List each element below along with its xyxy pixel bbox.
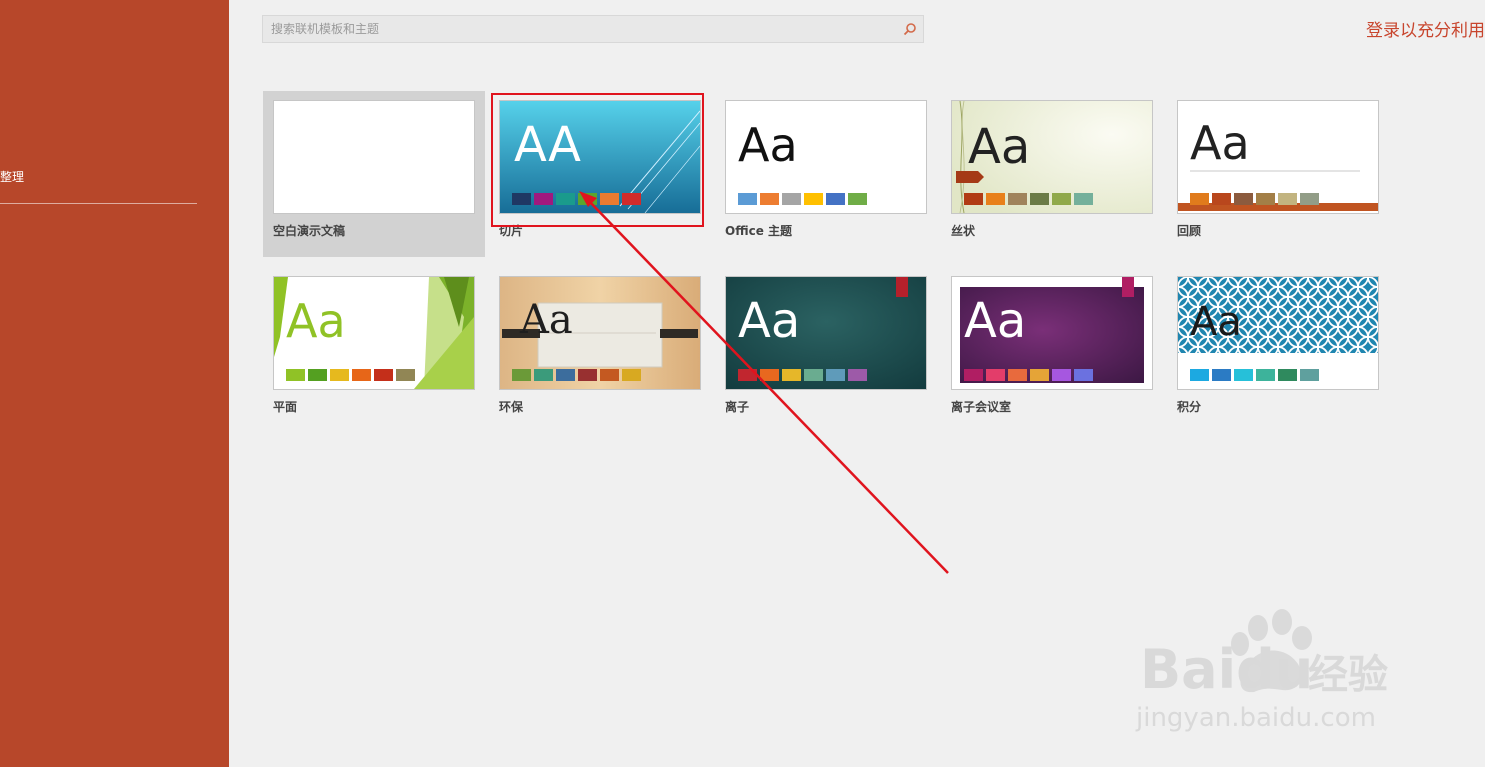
color-swatch [534, 369, 553, 381]
template-office-theme[interactable]: Aa Office 主题 [715, 91, 937, 257]
template-facet[interactable]: Aa 平面 [263, 267, 485, 433]
color-swatch [1030, 369, 1049, 381]
color-swatch [1256, 193, 1275, 205]
template-thumbnail: Aa [1177, 100, 1379, 214]
color-swatch [1008, 369, 1027, 381]
template-thumbnail: Aa [725, 100, 927, 214]
template-preview-text: Aa [964, 293, 1026, 349]
template-organic[interactable]: Aa 环保 [489, 267, 711, 433]
color-swatch [1300, 193, 1319, 205]
template-label: 环保 [499, 400, 524, 414]
watermark-brand-suffix: 经验 [1308, 652, 1388, 698]
color-swatch [1212, 369, 1231, 381]
template-preview-text: Aa [738, 293, 800, 349]
color-swatch [1256, 369, 1275, 381]
color-swatch [826, 369, 845, 381]
color-swatch [782, 369, 801, 381]
template-thumbnail: Aa [1177, 276, 1379, 390]
template-retrospect[interactable]: Aa 回顾 [1167, 91, 1389, 257]
template-preview-text: Aa [968, 119, 1030, 175]
color-swatch [848, 193, 867, 205]
color-swatch [760, 193, 779, 205]
color-swatch [1278, 193, 1297, 205]
template-preview-text: Aa [1190, 299, 1242, 345]
template-label: Office 主题 [725, 224, 793, 238]
color-swatch [1008, 193, 1027, 205]
color-swatch [1190, 369, 1209, 381]
color-swatch [374, 369, 393, 381]
color-swatch [804, 193, 823, 205]
color-swatch [1030, 193, 1049, 205]
template-label: 平面 [273, 400, 298, 414]
sidebar-divider [0, 203, 197, 204]
template-ion-boardroom[interactable]: Aa 离子会议室 [941, 267, 1163, 433]
template-label: 丝状 [951, 224, 976, 238]
template-thumbnail: Aa [951, 276, 1153, 390]
color-swatch [1234, 369, 1253, 381]
color-swatch [1074, 193, 1093, 205]
template-preview-text: Aa [519, 297, 573, 343]
template-wisp[interactable]: Aa 丝状 [941, 91, 1163, 257]
color-swatch [826, 193, 845, 205]
color-swatch [330, 369, 349, 381]
color-swatch [964, 193, 983, 205]
color-swatch [622, 369, 641, 381]
template-ion[interactable]: Aa 离子 [715, 267, 937, 433]
template-thumbnail: Aa [499, 276, 701, 390]
template-thumbnail: Aa [273, 276, 475, 390]
watermark-brand: Baidu [1140, 638, 1313, 701]
color-swatch [738, 369, 757, 381]
template-label: 离子会议室 [951, 400, 1012, 414]
color-swatch [1052, 369, 1071, 381]
color-swatch [1234, 193, 1253, 205]
color-swatch [760, 369, 779, 381]
color-swatch [848, 369, 867, 381]
color-swatch [1212, 193, 1231, 205]
color-swatch [1052, 193, 1071, 205]
template-preview-text: Aa [1190, 116, 1250, 170]
color-swatch [804, 369, 823, 381]
color-swatch [578, 369, 597, 381]
watermark-url: jingyan.baidu.com [1135, 703, 1376, 733]
color-swatch [1278, 369, 1297, 381]
color-swatch [986, 369, 1005, 381]
color-swatch [396, 369, 415, 381]
color-swatch [782, 193, 801, 205]
color-swatch [1074, 369, 1093, 381]
selection-highlight-box [491, 93, 704, 227]
template-label: 回顾 [1177, 224, 1202, 238]
color-swatch [964, 369, 983, 381]
color-swatch [986, 193, 1005, 205]
signin-link[interactable]: 登录以充分利用 [1366, 16, 1485, 41]
color-swatch [286, 369, 305, 381]
search-box[interactable] [262, 15, 924, 43]
search-icon[interactable] [903, 22, 917, 36]
template-label: 空白演示文稿 [273, 224, 346, 238]
template-thumbnail: Aa [951, 100, 1153, 214]
template-thumbnail [273, 100, 475, 214]
color-swatch [1190, 193, 1209, 205]
color-swatch [308, 369, 327, 381]
search-input[interactable] [263, 16, 893, 42]
template-label: 积分 [1177, 400, 1202, 414]
template-thumbnail: Aa [725, 276, 927, 390]
template-blank[interactable]: 空白演示文稿 [263, 91, 485, 257]
sidebar-item-organize[interactable]: 整理 [0, 168, 24, 185]
template-label: 离子 [725, 400, 750, 414]
template-preview-text: Aa [286, 294, 346, 348]
template-preview-text: Aa [738, 118, 798, 172]
color-swatch [1300, 369, 1319, 381]
color-swatch [600, 369, 619, 381]
color-swatch [738, 193, 757, 205]
template-integral[interactable]: Aa 积分 [1167, 267, 1389, 433]
sidebar: 整理 [0, 0, 229, 767]
color-swatch [352, 369, 371, 381]
color-swatch [556, 369, 575, 381]
color-swatch [512, 369, 531, 381]
baidu-watermark: Baidu 经验 jingyan.baidu.com [1135, 609, 1388, 733]
